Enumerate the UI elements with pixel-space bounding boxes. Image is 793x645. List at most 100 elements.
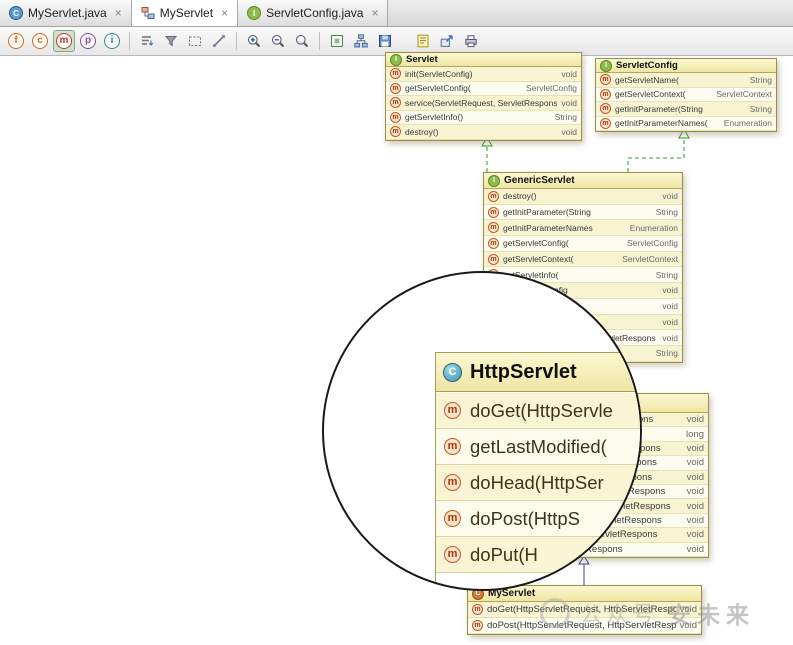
tab-servletconfig-java[interactable]: ServletConfig.java × (238, 0, 389, 26)
close-tab-icon[interactable]: × (115, 7, 122, 19)
method-icon (444, 402, 461, 419)
save-diagram-button[interactable] (374, 30, 396, 52)
method-row[interactable]: getInitParameter(String String (484, 204, 682, 221)
method-icon (444, 510, 461, 527)
actual-size-icon (296, 35, 309, 48)
dashed-box-icon (189, 36, 201, 46)
toolbar-separator (129, 32, 130, 50)
method-icon (444, 438, 461, 455)
tab-myservlet-diagram[interactable]: MyServlet × (131, 0, 239, 26)
lens-class-title: HttpServlet (470, 360, 577, 383)
method-icon (390, 82, 401, 94)
toggle-constructors-button[interactable]: c (29, 30, 51, 52)
method-row[interactable]: destroy() void (386, 125, 581, 140)
visibility-level-button[interactable] (136, 30, 158, 52)
zoom-in-icon (248, 35, 261, 48)
fields-icon: f (8, 33, 24, 49)
method-icon (488, 222, 499, 234)
method-icon (444, 474, 461, 491)
lens-method-row: doPost(HttpS (436, 501, 640, 537)
method-row[interactable]: doGet(HttpServletRequest, HttpServletRes… (468, 602, 701, 618)
method-row[interactable]: getServletContext( ServletContext (596, 87, 776, 102)
method-icon (488, 253, 499, 265)
lens-method-row: doGet(HttpServle (436, 393, 640, 429)
export-button[interactable] (436, 30, 458, 52)
class-header[interactable]: GenericServlet (484, 173, 682, 189)
class-box-servlet[interactable]: Servlet init(ServletConfig) void getServ… (385, 52, 582, 141)
toggle-methods-button[interactable]: m (53, 30, 75, 52)
method-list: doGet(HttpServletRequest, HttpServletRes… (468, 602, 701, 634)
class-title: GenericServlet (504, 175, 575, 186)
save-icon (379, 35, 391, 47)
method-icon (444, 546, 461, 563)
method-icon (600, 88, 611, 100)
toggle-properties-button[interactable]: p (77, 30, 99, 52)
method-row[interactable]: getServletConfig( ServletConfig (484, 236, 682, 252)
method-icon (390, 68, 401, 80)
method-row[interactable]: getInitParameter(String String (596, 102, 776, 117)
print-icon (465, 35, 477, 48)
method-row[interactable]: service(ServletRequest, ServletRespons v… (386, 96, 581, 111)
print-button[interactable] (460, 30, 482, 52)
method-row[interactable]: getInitParameterNames( Enumeration (596, 116, 776, 131)
tab-myservlet-java[interactable]: MyServlet.java × (0, 0, 132, 26)
magnifier-lens: HttpServlet doGet(HttpServle getLastModi… (322, 271, 642, 591)
export-icon (440, 35, 453, 47)
method-row[interactable]: getInitParameterNames Enumeration (484, 220, 682, 237)
class-title: Servlet (406, 54, 438, 65)
methods-icon: m (56, 33, 72, 49)
method-icon (600, 117, 611, 129)
method-row[interactable]: init(ServletConfig) void (386, 67, 581, 82)
method-icon (390, 97, 401, 109)
method-icon (472, 620, 483, 631)
lens-method-row: getLastModified( (436, 429, 640, 465)
close-tab-icon[interactable]: × (221, 7, 228, 19)
fit-content-button[interactable] (326, 30, 348, 52)
class-box-myservlet[interactable]: MyServlet doGet(HttpServletRequest, Http… (467, 585, 702, 635)
diagram-icon (141, 7, 155, 19)
interface-file-icon (247, 6, 262, 20)
tab-label: MyServlet (159, 6, 214, 20)
class-icon (443, 362, 462, 382)
toggle-fields-button[interactable]: f (5, 30, 27, 52)
draw-edge-button[interactable] (208, 30, 230, 52)
tab-label: MyServlet.java (28, 6, 107, 20)
ide-window: MyServlet.java × MyServlet × ServletConf… (0, 0, 793, 645)
interface-icon (600, 59, 612, 72)
method-row[interactable]: getServletContext( ServletContext (484, 251, 682, 268)
properties-icon: p (80, 33, 96, 49)
interface-icon (488, 174, 500, 187)
method-row[interactable]: getServletName( String (596, 73, 776, 88)
filter-icon (164, 36, 178, 47)
constructors-icon: c (32, 33, 48, 49)
class-file-icon (9, 6, 23, 20)
method-row[interactable]: destroy() void (484, 189, 682, 205)
filter-button[interactable] (160, 30, 182, 52)
zoom-out-icon (272, 35, 285, 48)
show-dependencies-button[interactable] (184, 30, 206, 52)
method-row[interactable]: getServletInfo() String (386, 110, 581, 125)
class-header[interactable]: ServletConfig (596, 59, 776, 73)
notes-button[interactable] (412, 30, 434, 52)
method-row[interactable]: getServletConfig( ServletConfig (386, 81, 581, 96)
class-box-servletconfig[interactable]: ServletConfig getServletName( String get… (595, 58, 777, 132)
close-tab-icon[interactable]: × (371, 7, 378, 19)
apply-layout-button[interactable] (350, 30, 372, 52)
method-row[interactable]: doPost(HttpServletRequest, HttpServletRe… (468, 618, 701, 634)
zoom-out-button[interactable] (267, 30, 289, 52)
zoom-in-button[interactable] (243, 30, 265, 52)
editor-tab-bar: MyServlet.java × MyServlet × ServletConf… (0, 0, 793, 27)
notes-icon (417, 34, 429, 48)
lens-method-row: doPut(H (436, 537, 640, 573)
toggle-inner-classes-button[interactable]: i (101, 30, 123, 52)
diagonal-line-icon (212, 34, 226, 48)
fit-content-icon (331, 35, 343, 47)
visibility-level-icon (142, 36, 154, 46)
layout-icon (354, 34, 368, 48)
method-list: getServletName( String getServletContext… (596, 73, 776, 131)
method-icon (488, 206, 499, 218)
class-header[interactable]: Servlet (386, 53, 581, 67)
interface-icon (390, 53, 402, 66)
lens-method-row: doHead(HttpSer (436, 465, 640, 501)
actual-size-button[interactable] (291, 30, 313, 52)
